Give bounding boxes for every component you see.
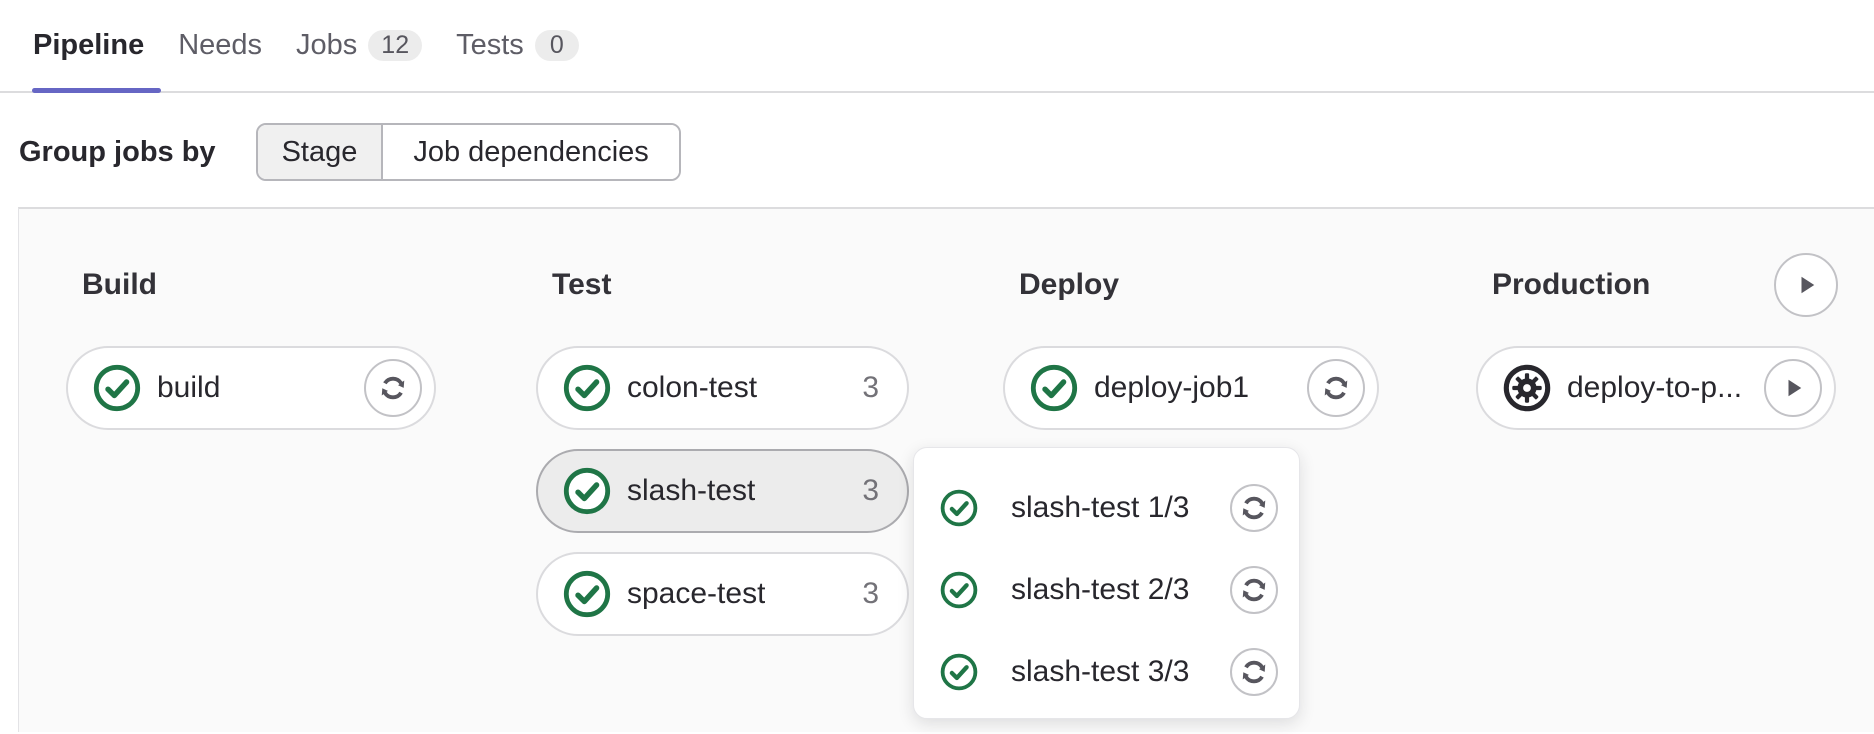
job-pill-deploy-to-p[interactable]: deploy-to-p... [1476,346,1836,430]
status-success-icon [563,570,611,618]
retry-job-button[interactable] [1230,484,1278,532]
retry-icon [1239,657,1269,687]
status-success-icon [563,467,611,515]
tab-pipeline[interactable]: Pipeline [33,0,144,91]
stage-header: Build [66,267,436,303]
retry-job-button[interactable] [364,359,422,417]
tab-tests[interactable]: Tests 0 [456,0,579,91]
stage-column-production: Production deploy-to-p... [1476,267,1836,430]
job-pill-space-test[interactable]: space-test 3 [536,552,909,636]
stage-column-test: Test colon-test 3 slash-test 3 space-tes… [536,267,909,636]
play-job-button[interactable] [1764,359,1822,417]
parallel-jobs-count: 3 [862,474,879,508]
group-jobs-by-row: Group jobs by StageJob dependencies [19,123,681,181]
status-success-icon [563,364,611,412]
tab-label: Pipeline [33,29,144,62]
tab-label: Jobs [296,29,357,62]
status-success-icon [1030,364,1078,412]
parallel-jobs-count: 3 [862,577,879,611]
stage-jobs-list: build [66,346,436,430]
job-name: build [157,371,220,405]
tab-jobs[interactable]: Jobs 12 [296,0,422,91]
popover-job-name: slash-test 3/3 [1011,655,1189,689]
popover-job-item[interactable]: slash-test 3/3 [940,631,1278,713]
job-name: space-test [627,577,765,611]
tab-count-badge: 0 [535,30,579,61]
parallel-jobs-popover: slash-test 1/3 slash-test 2/3 slash-test… [913,447,1300,719]
stage-jobs-list: deploy-job1 [1003,346,1379,430]
job-pill-slash-test[interactable]: slash-test 3 [536,449,909,533]
tab-count-badge: 12 [368,30,422,61]
stage-column-build: Build build [66,267,436,430]
stage-play-button[interactable] [1774,253,1838,317]
retry-icon [1321,373,1351,403]
play-icon [1778,373,1808,403]
status-success-icon [940,571,978,609]
stage-title: Test [536,268,611,302]
retry-icon [1239,575,1269,605]
play-icon [1791,270,1821,300]
stage-jobs-list: colon-test 3 slash-test 3 space-test 3 [536,346,909,636]
status-success-icon [940,653,978,691]
status-success-icon [940,489,978,527]
job-pill-deploy-job1[interactable]: deploy-job1 [1003,346,1379,430]
status-success-icon [93,364,141,412]
tab-needs[interactable]: Needs [178,0,262,91]
job-name: deploy-to-p... [1567,371,1742,405]
stage-title: Deploy [1003,268,1119,302]
retry-icon [378,373,408,403]
toggle-option-job-dependencies[interactable]: Job dependencies [381,125,678,179]
stage-header: Deploy [1003,267,1379,303]
retry-job-button[interactable] [1230,648,1278,696]
job-name: deploy-job1 [1094,371,1249,405]
retry-job-button[interactable] [1307,359,1365,417]
popover-job-item[interactable]: slash-test 1/3 [940,467,1278,549]
popover-job-item[interactable]: slash-test 2/3 [940,549,1278,631]
parallel-jobs-count: 3 [862,371,879,405]
retry-job-button[interactable] [1230,566,1278,614]
job-pill-colon-test[interactable]: colon-test 3 [536,346,909,430]
stage-title: Production [1476,268,1650,302]
pipeline-tabs-bar: Pipeline Needs Jobs 12 Tests 0 [0,0,1874,93]
job-pill-build[interactable]: build [66,346,436,430]
tab-label: Needs [178,29,262,62]
stage-header: Production [1476,267,1836,303]
popover-job-name: slash-test 1/3 [1011,491,1189,525]
manual-gear-icon [1503,364,1551,412]
stage-jobs-list: deploy-to-p... [1476,346,1836,430]
stage-column-deploy: Deploy deploy-job1 [1003,267,1379,430]
stage-title: Build [66,268,157,302]
tab-label: Tests [456,29,524,62]
stage-header: Test [536,267,909,303]
job-name: colon-test [627,371,757,405]
job-name: slash-test [627,474,755,508]
group-jobs-by-label: Group jobs by [19,136,216,169]
toggle-option-stage[interactable]: Stage [258,125,382,179]
group-by-toggle: StageJob dependencies [256,123,681,181]
retry-icon [1239,493,1269,523]
popover-job-name: slash-test 2/3 [1011,573,1189,607]
pipeline-graph-panel: Build build Test colon-test 3 slash-test… [18,207,1874,732]
